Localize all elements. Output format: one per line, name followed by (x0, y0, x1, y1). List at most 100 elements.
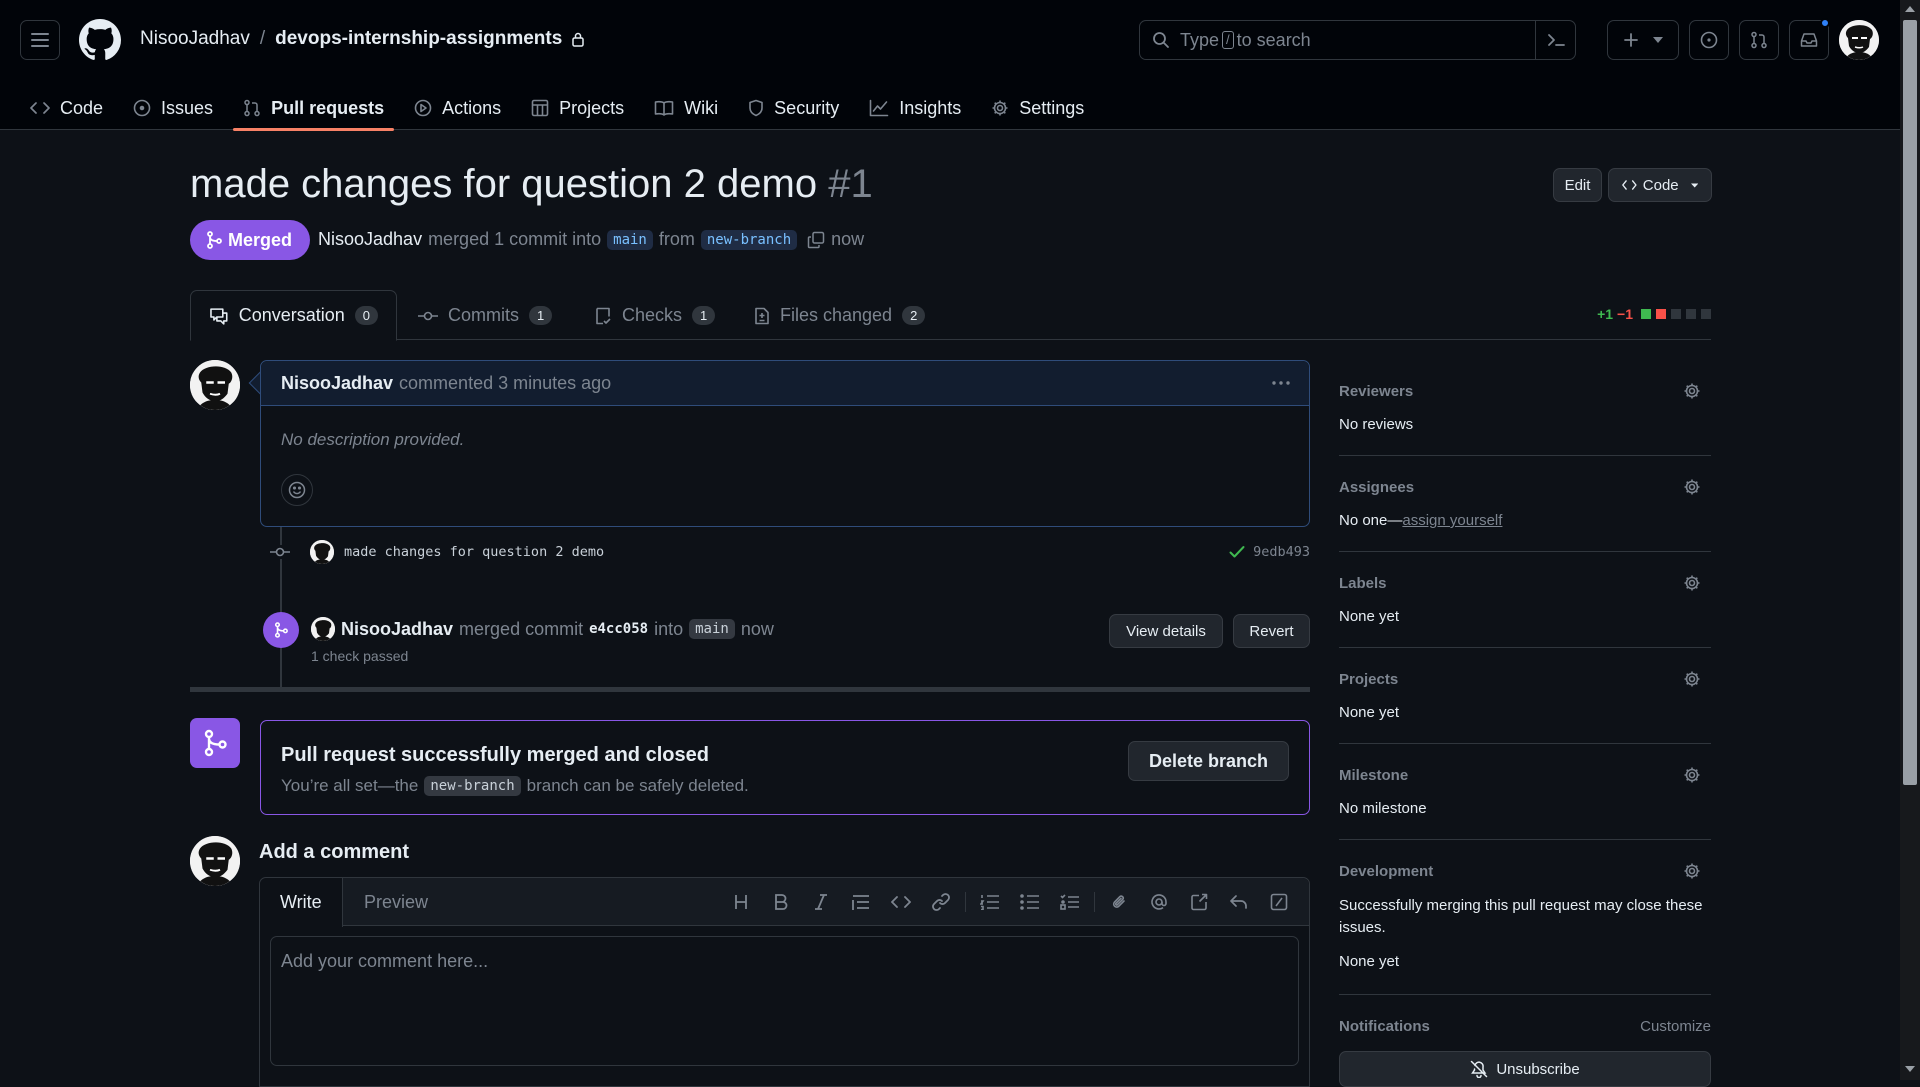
tab-code[interactable]: Code (20, 86, 113, 130)
quote-button[interactable] (841, 882, 881, 922)
pull-requests-button[interactable] (1739, 20, 1779, 60)
repo-name-link[interactable]: devops-internship-assignments (275, 28, 562, 50)
comment-author-avatar[interactable] (190, 360, 240, 410)
revert-button[interactable]: Revert (1233, 614, 1310, 648)
sidebar-reviewers: Reviewers No reviews (1339, 360, 1711, 456)
tab-pull-requests[interactable]: Pull requests (233, 86, 395, 131)
sidebar-reviewers-title[interactable]: Reviewers (1339, 383, 1413, 400)
merge-commit-sha-link[interactable]: e4cc058 (589, 621, 648, 637)
base-branch-tag[interactable]: main (607, 229, 653, 250)
commit-message-link[interactable]: made changes for question 2 demo (344, 544, 604, 560)
sidebar-notifications-title: Notifications (1339, 1018, 1430, 1035)
repo-owner-link[interactable]: NisooJadhav (140, 28, 250, 50)
check-icon[interactable] (1229, 545, 1245, 559)
tab-commits[interactable]: Commits 1 (400, 290, 570, 341)
tab-security[interactable]: Security (738, 86, 849, 130)
scroll-down-arrow[interactable] (1905, 1066, 1915, 1072)
add-reaction-button[interactable] (281, 474, 313, 506)
link-button[interactable] (921, 882, 961, 922)
global-header: NisooJadhav / devops-internship-assignme… (0, 0, 1900, 131)
merge-author-avatar[interactable] (311, 617, 335, 641)
pr-meta: NisooJadhav merged 1 commit into main fr… (318, 229, 864, 250)
code-dropdown-button[interactable]: Code (1608, 168, 1712, 202)
tab-preview[interactable]: Preview (344, 878, 448, 927)
edit-button[interactable]: Edit (1553, 168, 1602, 202)
comment-body: No description provided. (281, 430, 465, 449)
sidebar-assignees-title[interactable]: Assignees (1339, 479, 1414, 496)
sidebar-development-title[interactable]: Development (1339, 863, 1433, 880)
scrollbar[interactable] (1900, 0, 1920, 1080)
commit-sha-link[interactable]: 9edb493 (1253, 544, 1310, 560)
page-title: made changes for question 2 demo #1 (190, 162, 873, 207)
reply-button[interactable] (1219, 882, 1259, 922)
code-button[interactable] (881, 882, 921, 922)
tab-settings[interactable]: Settings (981, 86, 1094, 130)
tab-files-changed[interactable]: Files changed 2 (736, 290, 943, 341)
merged-status-text-before: You’re all set—the (281, 776, 419, 795)
tab-commits-count: 1 (529, 306, 553, 325)
user-avatar[interactable] (1839, 20, 1879, 60)
assign-yourself-link[interactable]: assign yourself (1402, 512, 1502, 529)
italic-button[interactable] (801, 882, 841, 922)
sidebar-milestone-title[interactable]: Milestone (1339, 767, 1408, 784)
github-logo-icon[interactable] (79, 19, 121, 61)
view-details-button[interactable]: View details (1109, 614, 1223, 648)
numbered-list-button[interactable] (970, 882, 1010, 922)
sidebar-labels-title[interactable]: Labels (1339, 575, 1387, 592)
comment-icon (210, 307, 228, 325)
issues-button[interactable] (1689, 20, 1729, 60)
commit-row: made changes for question 2 demo 9edb493 (268, 537, 1310, 567)
command-palette-button[interactable] (1535, 21, 1575, 59)
tab-issues-label: Issues (161, 97, 214, 118)
merge-author-link[interactable]: NisooJadhav (341, 619, 453, 640)
tab-actions[interactable]: Actions (404, 86, 511, 130)
pr-author-link[interactable]: NisooJadhav (318, 229, 422, 250)
scroll-up-arrow[interactable] (1905, 6, 1915, 12)
unsubscribe-button[interactable]: Unsubscribe (1339, 1051, 1711, 1087)
search-input[interactable]: Type / to search (1139, 20, 1576, 60)
merged-branch-tag[interactable]: new-branch (424, 776, 521, 796)
commit-author-avatar[interactable] (310, 540, 334, 564)
tab-checks[interactable]: Checks 1 (576, 290, 733, 341)
sidebar-projects-title[interactable]: Projects (1339, 671, 1398, 688)
create-new-button[interactable] (1607, 20, 1679, 60)
head-branch-tag[interactable]: new-branch (700, 229, 798, 250)
gear-icon[interactable] (1683, 670, 1701, 688)
checks-passed-link[interactable]: 1 check passed (311, 648, 408, 664)
gear-icon[interactable] (1683, 478, 1701, 496)
comment-header: NisooJadhav commented 3 minutes ago (261, 361, 1309, 406)
tab-conversation[interactable]: Conversation 0 (190, 290, 397, 341)
comment-textarea[interactable]: Add your comment here... (270, 936, 1299, 1066)
delete-branch-button[interactable]: Delete branch (1127, 741, 1289, 781)
gear-icon[interactable] (1683, 862, 1701, 880)
tab-projects[interactable]: Projects (521, 86, 634, 130)
comment-author-link[interactable]: NisooJadhav (281, 373, 393, 394)
bullet-list-button[interactable] (1010, 882, 1050, 922)
customize-notifications-link[interactable]: Customize (1640, 1018, 1711, 1035)
bold-button[interactable] (761, 882, 801, 922)
task-list-button[interactable] (1050, 882, 1090, 922)
status-badge-label: Merged (228, 229, 293, 250)
slash-commands-button[interactable] (1259, 882, 1299, 922)
heading-button[interactable] (721, 882, 761, 922)
gear-icon[interactable] (1683, 574, 1701, 592)
tab-wiki[interactable]: Wiki (644, 86, 728, 130)
copy-icon[interactable] (807, 231, 825, 249)
scrollbar-thumb[interactable] (1903, 20, 1917, 785)
tab-security-label: Security (774, 97, 840, 118)
tab-write[interactable]: Write (260, 878, 343, 927)
merge-base-branch-tag[interactable]: main (689, 619, 735, 639)
tab-insights[interactable]: Insights (859, 86, 971, 130)
attach-button[interactable] (1099, 882, 1139, 922)
diffstat-block-added (1641, 309, 1651, 319)
menu-button[interactable] (20, 20, 60, 60)
current-user-avatar[interactable] (190, 836, 240, 886)
comment-options-button[interactable] (1271, 373, 1291, 393)
mention-button[interactable] (1139, 882, 1179, 922)
gear-icon[interactable] (1683, 382, 1701, 400)
merged-status-text: You’re all set—the new-branch branch can… (281, 776, 749, 796)
reference-button[interactable] (1179, 882, 1219, 922)
gear-icon[interactable] (1683, 766, 1701, 784)
tab-issues[interactable]: Issues (123, 86, 223, 130)
plus-icon (1624, 33, 1638, 47)
